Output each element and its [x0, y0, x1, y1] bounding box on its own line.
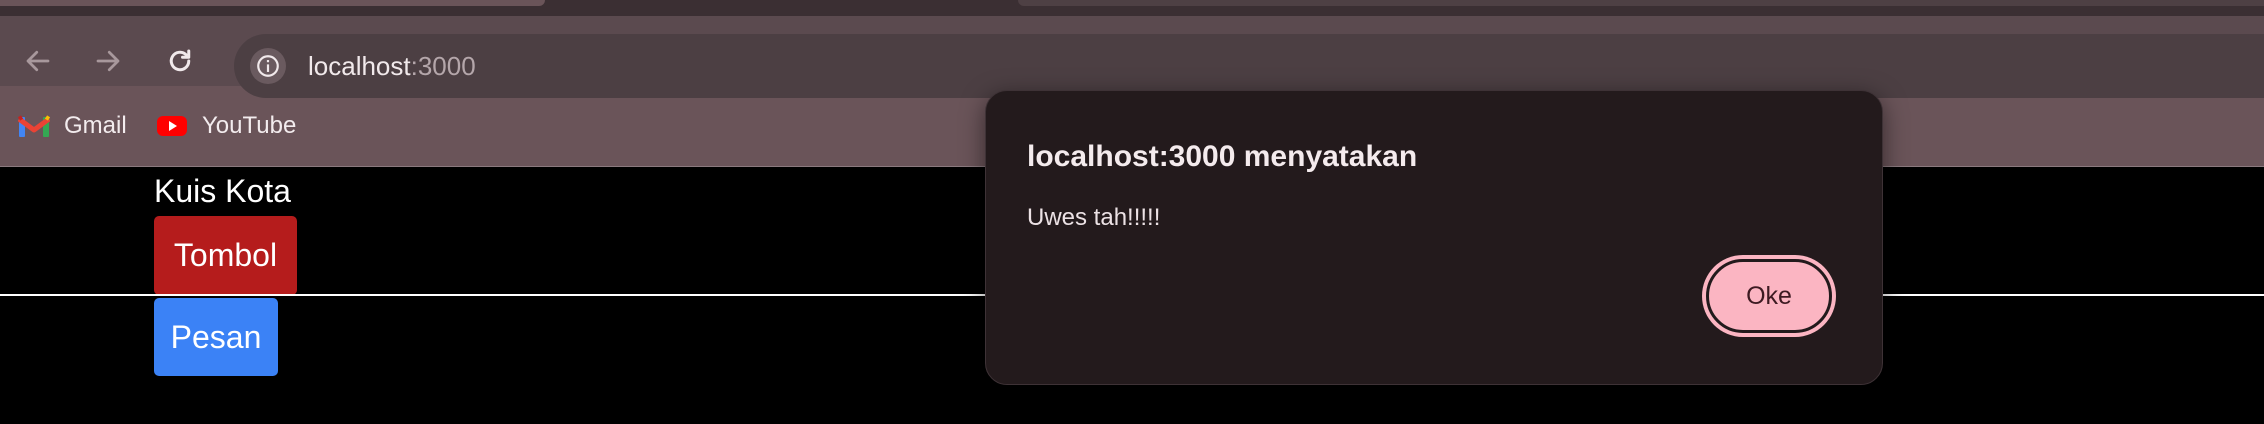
inactive-tab-edge[interactable] — [1018, 0, 2264, 6]
arrow-right-icon — [96, 50, 120, 72]
pesan-button[interactable]: Pesan — [154, 298, 278, 376]
bookmark-youtube[interactable]: YouTube — [156, 108, 296, 144]
youtube-icon — [157, 116, 187, 136]
gmail-icon — [18, 115, 50, 137]
dialog-title: localhost:3000 menyatakan — [1027, 140, 1418, 173]
info-icon — [257, 55, 279, 77]
bookmark-label: YouTube — [202, 112, 297, 139]
arrow-left-icon — [26, 50, 50, 72]
back-button[interactable] — [16, 39, 60, 83]
alert-dialog: localhost:3000 menyatakan Uwes tah!!!!! … — [985, 90, 1883, 385]
reload-icon — [169, 49, 191, 72]
reload-button[interactable] — [158, 39, 202, 83]
browser-toolbar: localhost:3000 — [0, 16, 2264, 98]
bookmark-label: Gmail — [64, 112, 127, 139]
url-host: localhost — [308, 51, 411, 81]
page-title: Kuis Kota — [154, 173, 291, 209]
tab-strip — [0, 0, 2264, 16]
site-info-button[interactable] — [250, 48, 286, 84]
bookmark-gmail[interactable]: Gmail — [18, 108, 127, 144]
tombol-button[interactable]: Tombol — [154, 216, 297, 295]
active-tab-edge[interactable] — [0, 0, 545, 6]
forward-button[interactable] — [86, 39, 130, 83]
url-port: :3000 — [410, 51, 476, 81]
dialog-message: Uwes tah!!!!! — [1027, 204, 1161, 231]
url-text[interactable]: localhost:3000 — [308, 50, 476, 82]
ok-button[interactable]: Oke — [1706, 259, 1832, 333]
